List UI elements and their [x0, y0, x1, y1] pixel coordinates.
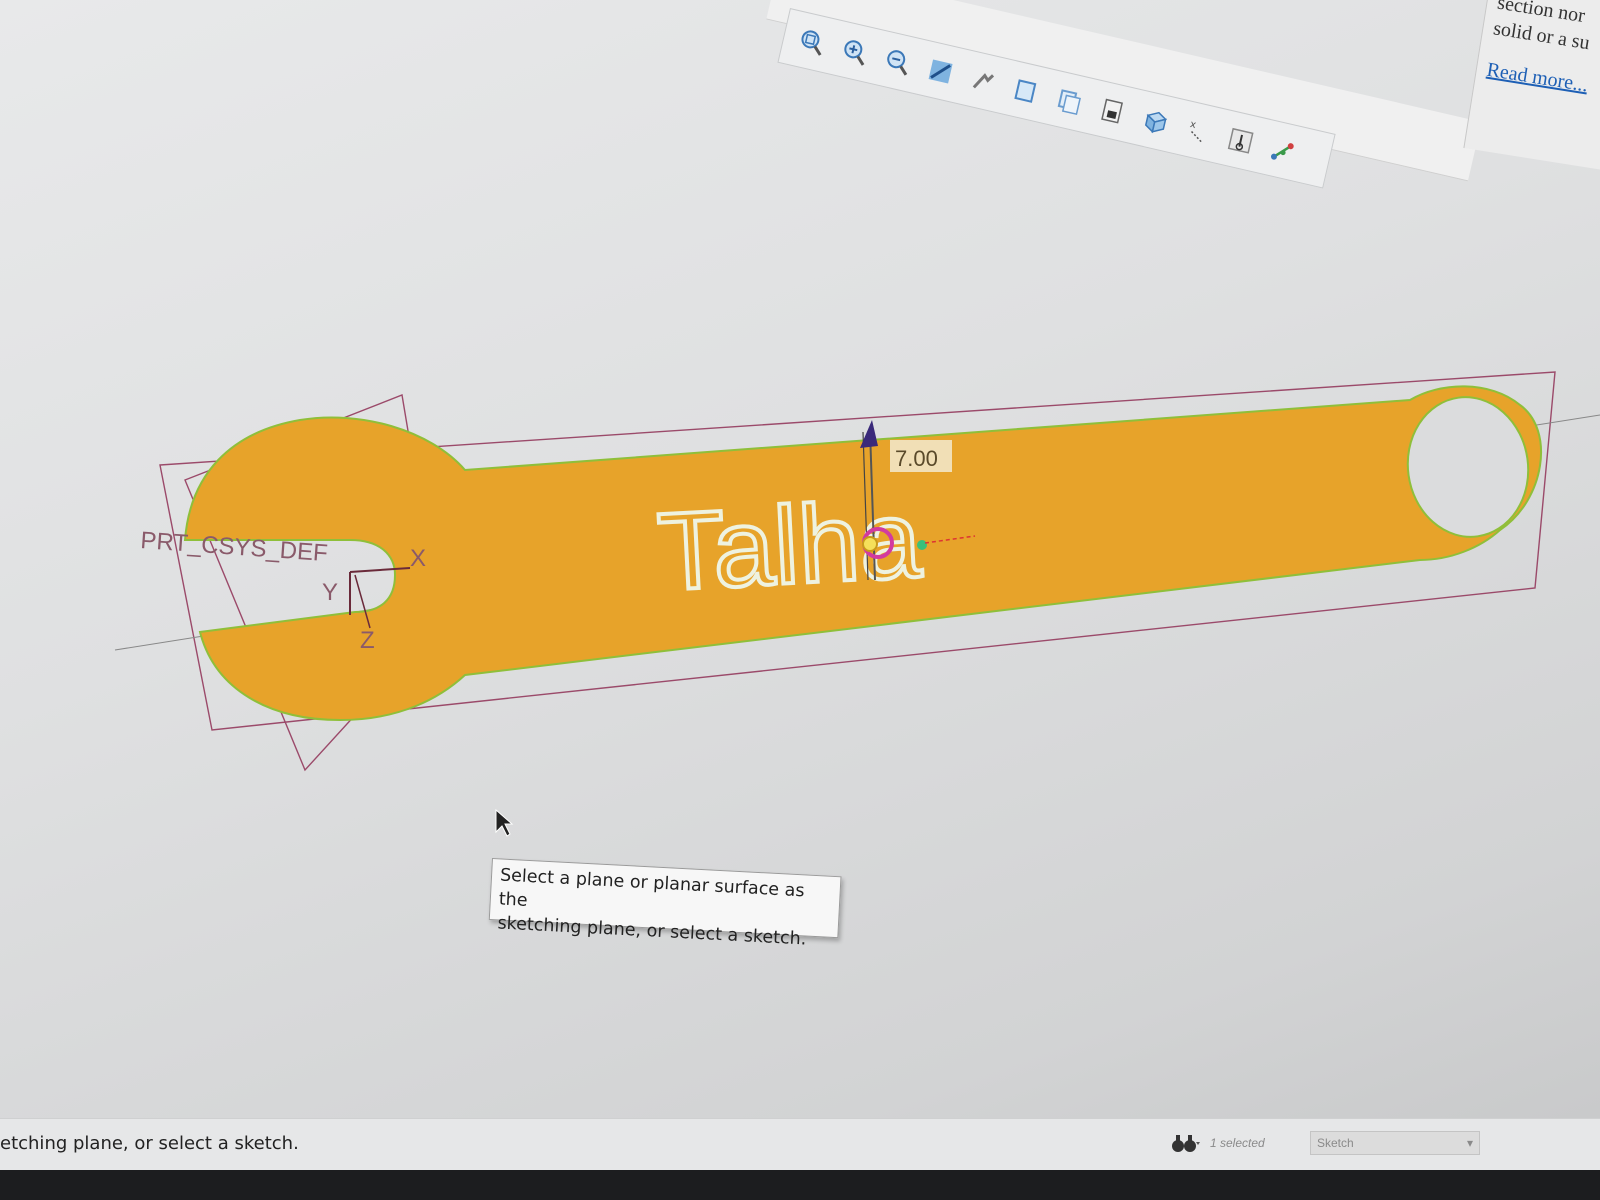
binoculars-icon[interactable]	[1170, 1132, 1200, 1154]
filter-value: Sketch	[1317, 1136, 1354, 1150]
dimension-value[interactable]: 7.00	[895, 446, 938, 471]
x-axis-label: X	[410, 545, 426, 572]
y-axis-label: Y	[322, 579, 338, 606]
status-controls: 1 selected Sketch ▾	[1170, 1131, 1480, 1155]
z-axis-label: Z	[360, 627, 375, 654]
application-window: x section nor solid or a su Read more...	[0, 0, 1600, 1200]
os-taskbar	[0, 1170, 1600, 1200]
mouse-cursor-icon	[495, 808, 514, 837]
status-message: etching plane, or select a sketch.	[0, 1133, 299, 1154]
graphics-viewport[interactable]: Talha 7.00 PRT_CSYS_DEF X Y Z	[0, 0, 1600, 1200]
emboss-text[interactable]: Talha	[653, 475, 927, 616]
chevron-down-icon: ▾	[1466, 1136, 1473, 1150]
selection-filter-select[interactable]: Sketch ▾	[1310, 1131, 1480, 1155]
snap-point	[917, 540, 927, 550]
selected-count: 1 selected	[1210, 1136, 1265, 1150]
handle-center	[862, 536, 878, 552]
status-bar: etching plane, or select a sketch. 1 sel…	[0, 1118, 1600, 1171]
